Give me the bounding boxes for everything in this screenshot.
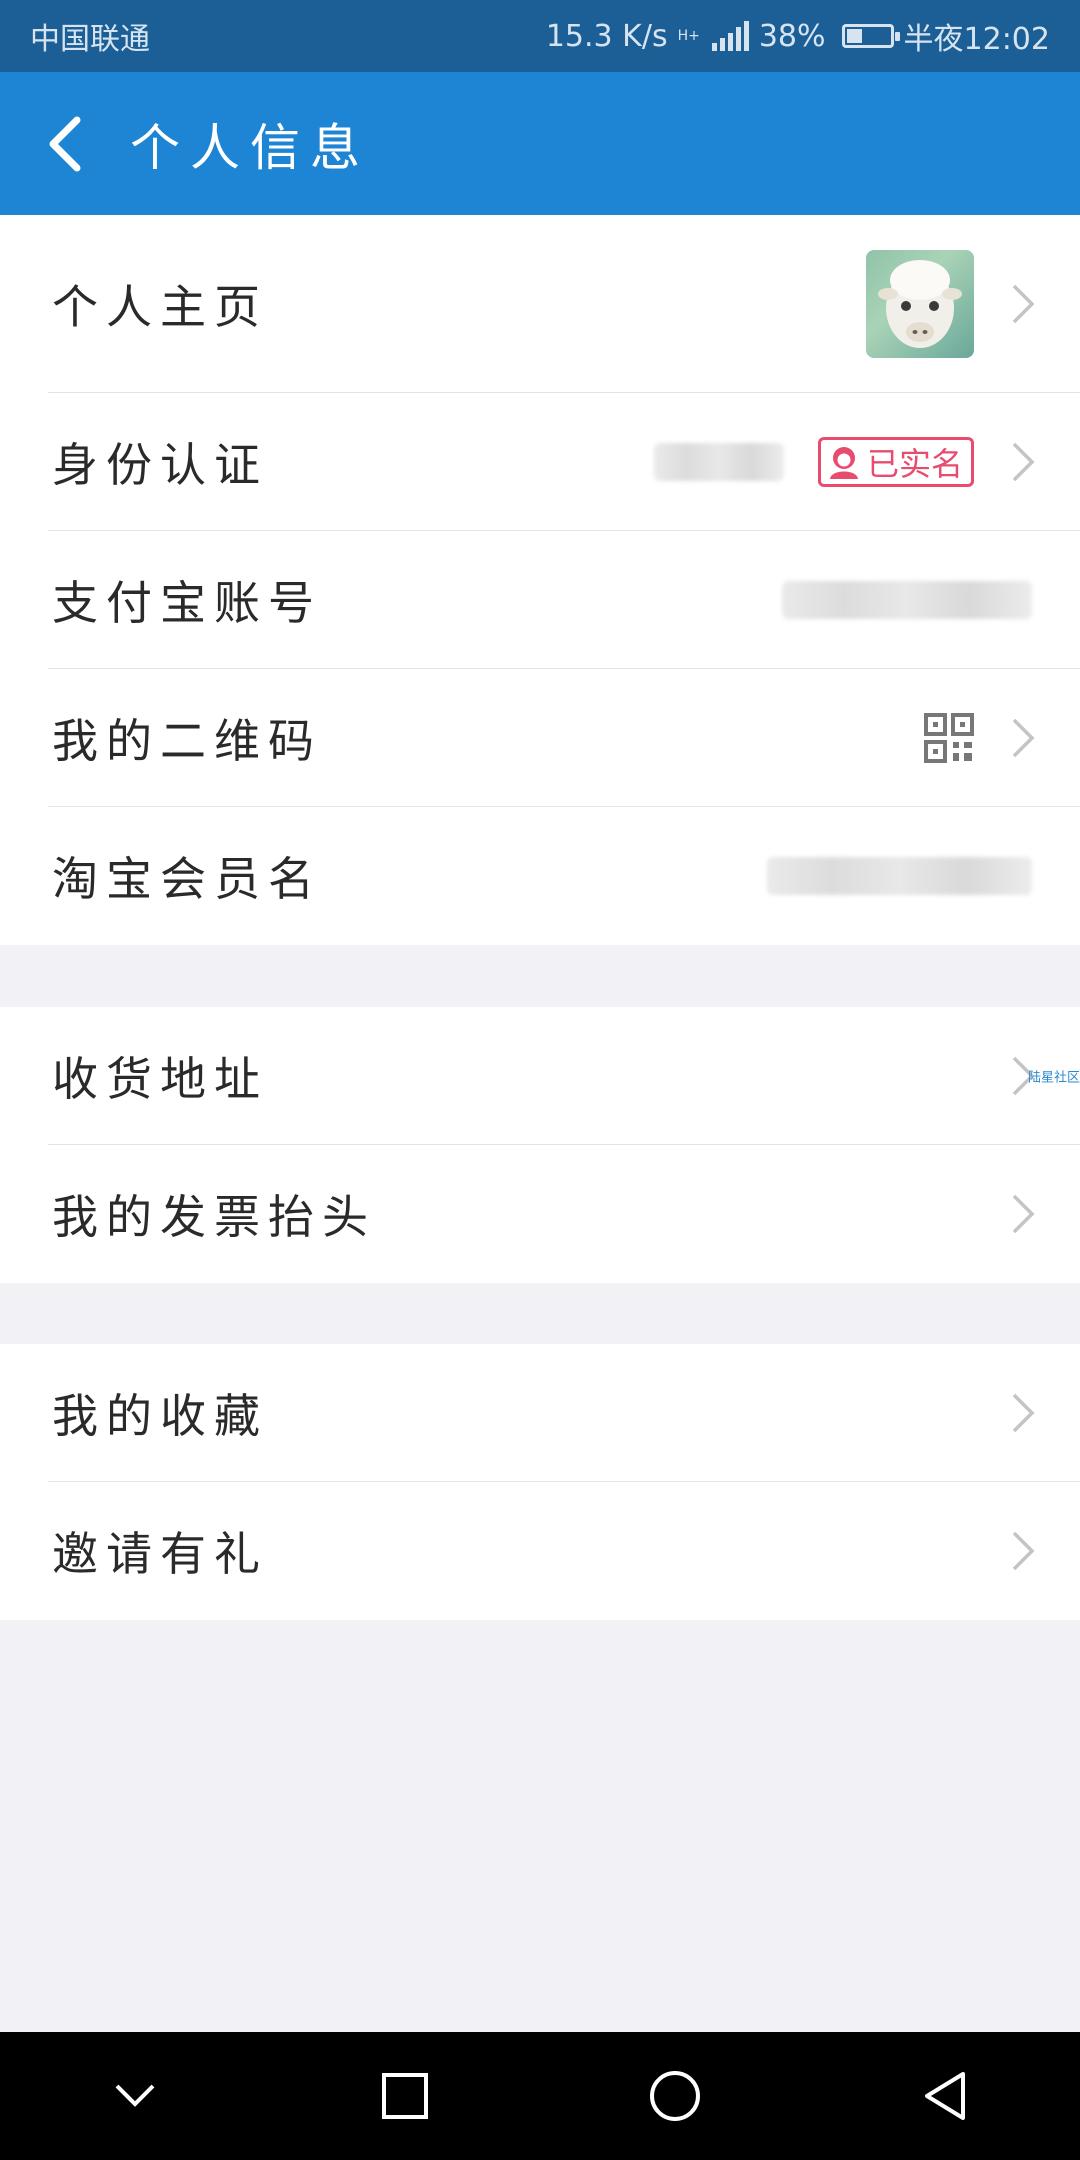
- blurred-account: [782, 581, 1032, 619]
- status-bar: 中国联通 15.3 K/s H+ 38% 半夜12:02: [0, 0, 1080, 72]
- triangle-back-icon: [925, 2072, 965, 2120]
- list-item-shipping-address[interactable]: 收货地址 陆星社区: [0, 1007, 1080, 1145]
- verified-badge: 已实名: [817, 437, 974, 487]
- chevron-right-icon: [1012, 442, 1035, 482]
- blurred-name: [654, 443, 784, 481]
- list-item-label: 身份认证: [52, 438, 268, 492]
- list-item-identity[interactable]: 身份认证 已实名: [0, 393, 1080, 531]
- list-item-invoice-title[interactable]: 我的发票抬头: [0, 1145, 1080, 1283]
- back-nav-button[interactable]: [905, 2056, 985, 2136]
- list-item-label: 支付宝账号: [52, 576, 322, 630]
- list-item-label: 我的收藏: [52, 1389, 268, 1443]
- qr-code-icon: [924, 713, 974, 763]
- chevron-right-icon: [1012, 284, 1035, 324]
- watermark-tag: 陆星社区: [1027, 1070, 1080, 1086]
- chevron-right-icon: [1012, 1194, 1035, 1234]
- back-arrow-icon: [49, 116, 81, 171]
- blurred-member-name: [767, 857, 1032, 895]
- status-icons: 15.3 K/s H+ 38% 半夜12:02: [546, 14, 1050, 58]
- list-item-label: 邀请有礼: [52, 1527, 268, 1581]
- home-button[interactable]: [635, 2056, 715, 2136]
- recents-button[interactable]: [365, 2056, 445, 2136]
- network-type: H+: [677, 28, 700, 44]
- badge-label: 已实名: [866, 445, 963, 483]
- list-item-homepage[interactable]: 个人主页: [0, 215, 1080, 393]
- list-item-label: 收货地址: [52, 1052, 268, 1106]
- square-icon: [382, 2073, 428, 2119]
- chevron-right-icon: [1012, 1393, 1035, 1433]
- chevron-right-icon: [1012, 1531, 1035, 1571]
- address-group: 收货地址 陆星社区 我的发票抬头: [0, 1007, 1080, 1283]
- list-item-alipay-account[interactable]: 支付宝账号: [0, 531, 1080, 669]
- list-item-invite[interactable]: 邀请有礼: [0, 1482, 1080, 1620]
- battery-percent: 38%: [758, 18, 826, 54]
- list-item-qr-code[interactable]: 我的二维码: [0, 669, 1080, 807]
- battery-icon: [841, 24, 900, 48]
- app-bar: 个人信息: [0, 72, 1080, 215]
- misc-group: 我的收藏 邀请有礼: [0, 1344, 1080, 1620]
- profile-group: 个人主页 身份认证 已实名 支付宝账号 我的二维码 淘宝会员名: [0, 215, 1080, 945]
- chevron-right-icon: [1012, 718, 1035, 758]
- list-item-label: 淘宝会员名: [52, 852, 322, 906]
- person-icon: [829, 447, 858, 479]
- back-button[interactable]: [0, 72, 130, 215]
- network-speed: 15.3 K/s: [545, 18, 668, 54]
- list-item-label: 我的二维码: [52, 714, 322, 768]
- list-item-favorites[interactable]: 我的收藏: [0, 1344, 1080, 1482]
- hide-nav-button[interactable]: [95, 2056, 175, 2136]
- chevron-down-icon: [115, 2084, 155, 2107]
- clock: 半夜12:02: [903, 22, 1050, 57]
- page-title: 个人信息: [130, 118, 370, 177]
- signal-icon: [711, 21, 749, 51]
- list-item-taobao-name[interactable]: 淘宝会员名: [0, 807, 1080, 945]
- list-item-label: 我的发票抬头: [52, 1190, 376, 1244]
- system-nav-bar: [0, 2032, 1080, 2160]
- avatar: [866, 250, 974, 358]
- circle-icon: [650, 2071, 700, 2121]
- list-item-label: 个人主页: [52, 280, 268, 334]
- carrier-label: 中国联通: [30, 22, 150, 57]
